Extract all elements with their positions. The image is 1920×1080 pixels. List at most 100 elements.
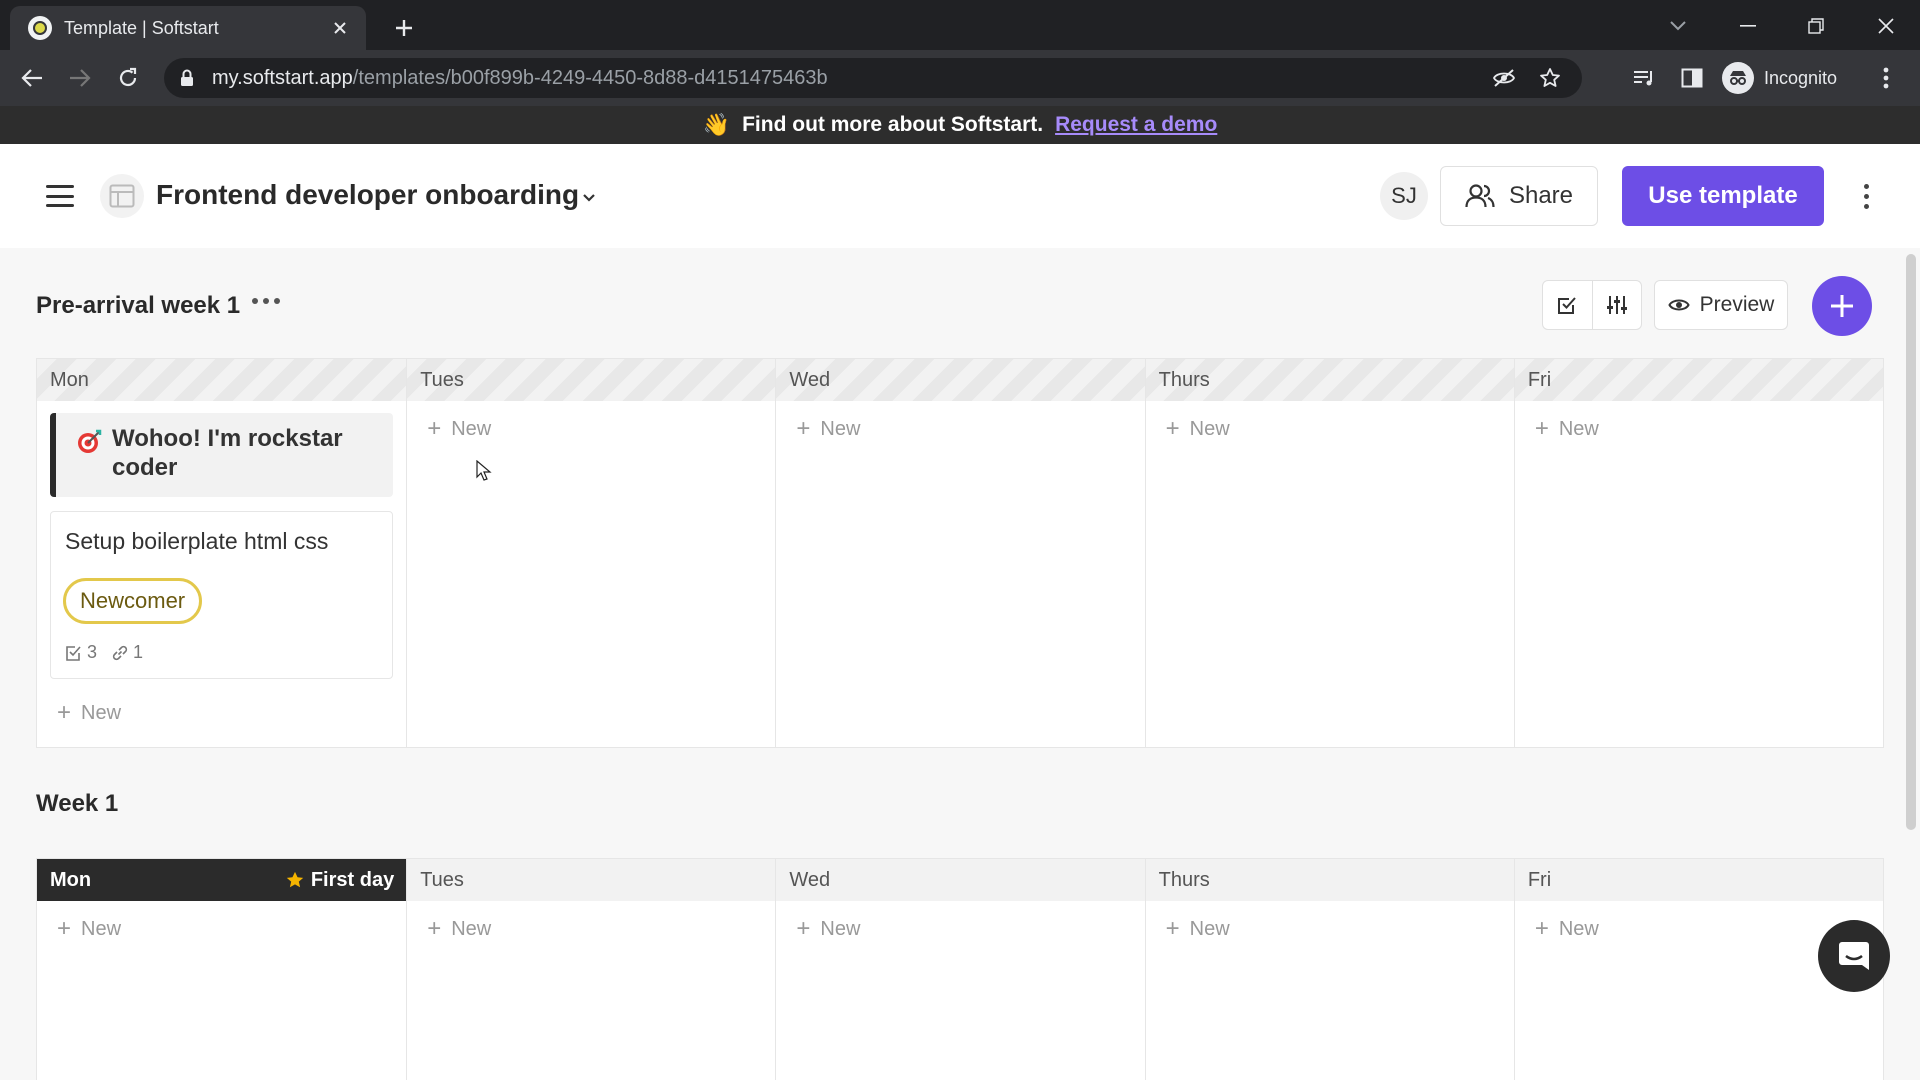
day-header-fri: Fri [1514,859,1884,901]
sliders-icon[interactable] [1591,281,1642,329]
add-new-item-button[interactable]: + New [776,913,1144,945]
audience-tag[interactable]: Newcomer [63,578,203,624]
plus-icon: + [1534,915,1549,942]
add-new-item-button[interactable]: + New [37,697,406,729]
preview-button[interactable]: Preview [1654,280,1788,330]
task-title: Setup boilerplate html css [65,528,329,554]
section-title-pre-arrival: Pre-arrival week 1 [36,292,241,319]
browser-tab[interactable]: Template | Softstart [10,6,366,50]
add-new-item-button[interactable]: + New [776,413,1144,445]
hamburger-icon[interactable] [42,182,78,210]
target-icon [76,429,102,485]
board-week-1: Mon First day + New Tues + New Wed + New Th… [36,858,1884,1080]
more-options-icon[interactable] [1850,174,1882,218]
add-new-item-button[interactable]: + New [1515,413,1883,445]
page-title: Frontend developer onboarding [156,179,580,210]
incognito-label: Incognito [1764,67,1838,88]
tab-title: Template | Softstart [64,17,219,38]
forward-arrow-icon[interactable] [62,60,98,96]
users-icon [1465,183,1495,209]
close-window-icon[interactable] [1862,8,1910,44]
close-tab-icon[interactable] [328,16,352,40]
day-header-mon: Mon First day [37,859,407,901]
plus-icon: + [57,699,72,726]
share-button[interactable]: Share [1440,166,1598,226]
day-column-tues: Tues + New [406,359,776,747]
plus-icon: + [427,915,442,942]
url-bar[interactable]: my.softstart.app/templates/b00f899b-4249… [164,58,1582,98]
day-column-wed: Wed + New [775,859,1145,1080]
board-pre-arrival-week-1: Mon Wohoo! I'm rockstar coder Setup boil… [36,358,1884,748]
request-demo-link[interactable]: Request a demo [1055,113,1217,137]
incognito-profile-button[interactable]: Incognito [1722,58,1837,98]
use-template-button[interactable]: Use template [1622,166,1824,226]
view-toolbar [1542,280,1642,330]
checklist-icon [65,644,83,662]
star-icon [285,870,305,890]
add-new-item-button[interactable]: + New [37,913,406,945]
day-header-wed: Wed [776,859,1145,901]
plus-icon: + [1165,415,1180,442]
browser-menu-icon[interactable] [1870,62,1902,94]
minimize-icon[interactable] [1724,8,1772,44]
add-new-item-button[interactable]: + New [407,913,775,945]
day-header-thurs: Thurs [1145,859,1514,901]
bookmark-star-icon[interactable] [1534,62,1566,94]
day-column-wed: Wed + New [775,359,1145,747]
day-header-wed: Wed [776,359,1145,401]
browser-tab-bar: Template | Softstart [0,0,1920,50]
chat-icon [1837,940,1871,972]
day-column-mon: Mon Wohoo! I'm rockstar coder Setup boil… [37,359,407,747]
milestone-title: Wohoo! I'm rockstar coder [112,425,343,481]
day-header-thurs: Thurs [1145,359,1514,401]
template-board: Pre-arrival week 1 Preview Mon Wohoo! I'… [0,248,1920,1080]
milestone-card[interactable]: Wohoo! I'm rockstar coder [50,413,394,497]
side-panel-icon[interactable] [1676,62,1708,94]
link-icon [111,644,129,662]
task-meta: 3 1 [65,642,143,663]
chat-support-button[interactable] [1818,920,1890,992]
first-day-badge: First day [285,869,394,892]
eye-off-icon[interactable] [1488,62,1520,94]
media-queue-icon[interactable] [1628,62,1660,94]
promo-banner: 👋 Find out more about Softstart. Request… [0,106,1920,144]
lock-icon [180,69,194,87]
preview-label: Preview [1699,293,1775,316]
plus-icon: + [796,415,811,442]
plus-icon: + [1534,415,1549,442]
waving-hand-icon: 👋 [702,112,731,137]
restore-icon[interactable] [1792,8,1840,44]
eye-icon [1668,297,1690,313]
day-header-mon: Mon [37,359,407,401]
layout-icon [100,174,144,218]
back-arrow-icon[interactable] [14,60,50,96]
day-header-tues: Tues [407,359,776,401]
day-column-tues: Tues + New [406,859,776,1080]
incognito-icon [1722,62,1754,94]
checklist-count: 3 [87,642,98,662]
section-menu-icon[interactable] [252,298,280,304]
add-new-item-button[interactable]: + New [1146,913,1514,945]
checkbox-icon[interactable] [1543,281,1592,329]
reload-icon[interactable] [110,60,146,96]
task-card[interactable]: Setup boilerplate html css Newcomer 3 1 [50,511,394,679]
tab-search-chevron-icon[interactable] [1654,8,1702,44]
add-new-item-button[interactable]: + New [407,413,775,445]
section-title-week-1: Week 1 [36,790,119,817]
day-header-fri: Fri [1514,359,1884,401]
avatar[interactable]: SJ [1380,172,1428,220]
add-button[interactable] [1812,276,1872,336]
vertical-scrollbar[interactable] [1906,254,1916,830]
new-tab-icon[interactable] [388,12,420,44]
app-header: Frontend developer onboarding SJ Share U… [0,144,1920,248]
plus-icon: + [796,915,811,942]
day-column-thurs: Thurs + New [1144,859,1514,1080]
softstart-favicon-icon [28,16,52,40]
plus-icon: + [57,915,72,942]
add-new-item-button[interactable]: + New [1146,413,1514,445]
banner-message: Find out more about Softstart. [742,113,1044,136]
share-label: Share [1508,182,1574,209]
day-column-mon: Mon First day + New [37,859,407,1080]
chevron-down-icon[interactable] [578,186,600,208]
url-text: my.softstart.app/templates/b00f899b-4249… [212,66,828,89]
